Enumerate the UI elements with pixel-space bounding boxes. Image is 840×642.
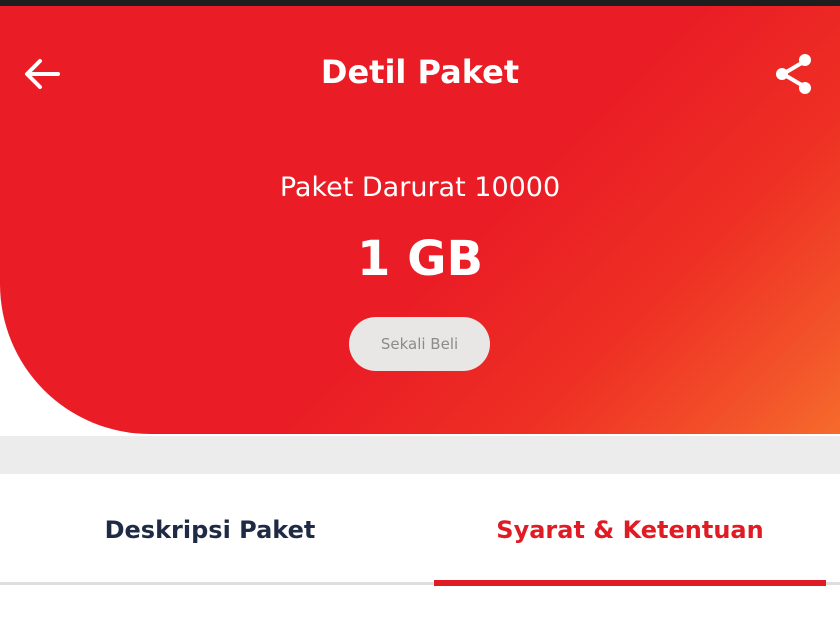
package-detail-screen: Detil Paket Paket Darurat 10000 1 GB Sek…: [0, 0, 840, 642]
page-title: Detil Paket: [320, 53, 520, 91]
share-icon: [771, 51, 817, 97]
package-name: Paket Darurat 10000: [279, 172, 561, 203]
active-tab-indicator: [434, 580, 826, 586]
section-separator: [0, 436, 840, 474]
package-tabs: Deskripsi Paket Syarat & Ketentuan: [0, 474, 840, 586]
tab-deskripsi-paket[interactable]: Deskripsi Paket: [0, 474, 420, 586]
status-bar-strip: [0, 0, 840, 6]
tab-syarat-ketentuan[interactable]: Syarat & Ketentuan: [420, 474, 840, 586]
purchase-type-badge: Sekali Beli: [349, 317, 490, 371]
package-quota: 1 GB: [356, 231, 484, 287]
share-button[interactable]: [766, 46, 822, 102]
